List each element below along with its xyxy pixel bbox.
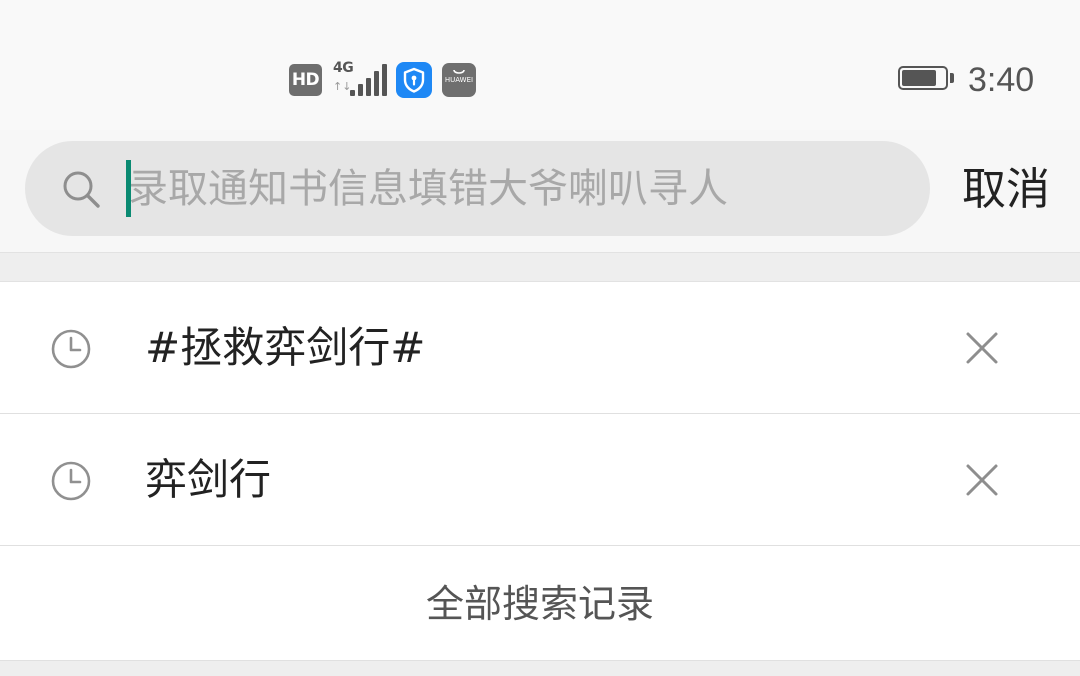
search-input[interactable] (128, 159, 908, 219)
history-item[interactable]: #拯救弈剑行# (0, 282, 1080, 414)
cancel-button[interactable]: 取消 (948, 158, 1064, 222)
all-search-history-button[interactable]: 全部搜索记录 (0, 546, 1080, 660)
battery-icon (898, 66, 954, 92)
close-icon[interactable] (960, 458, 1004, 502)
search-history-list: #拯救弈剑行# 弈剑行 全部搜索记录 (0, 282, 1080, 660)
network-activity-icon: ↑↓ (333, 80, 352, 93)
search-icon (60, 168, 102, 210)
huawei-label: HUAWEI (444, 76, 474, 84)
battery-level (902, 70, 936, 86)
status-time: 3:40 (968, 61, 1035, 99)
huawei-appgallery-icon: HUAWEI (442, 63, 476, 97)
bottom-divider (0, 660, 1080, 676)
history-item[interactable]: 弈剑行 (0, 414, 1080, 546)
signal-strength-icon (350, 64, 388, 96)
clock-icon (50, 328, 92, 370)
search-screen: HD 4G ↑↓ HUAWEI 3:40 录取通知书信息填错大爷喇叭寻人 取消 … (0, 0, 1080, 676)
status-bar: HD 4G ↑↓ HUAWEI 3:40 (0, 0, 1080, 130)
clock-icon (50, 460, 92, 502)
close-icon[interactable] (960, 326, 1004, 370)
history-item-label: 弈剑行 (145, 455, 272, 504)
text-cursor (126, 160, 131, 217)
hd-voice-icon: HD (289, 64, 322, 96)
section-divider (0, 252, 1080, 282)
shield-app-icon (396, 62, 432, 98)
history-item-label: #拯救弈剑行# (145, 323, 426, 372)
